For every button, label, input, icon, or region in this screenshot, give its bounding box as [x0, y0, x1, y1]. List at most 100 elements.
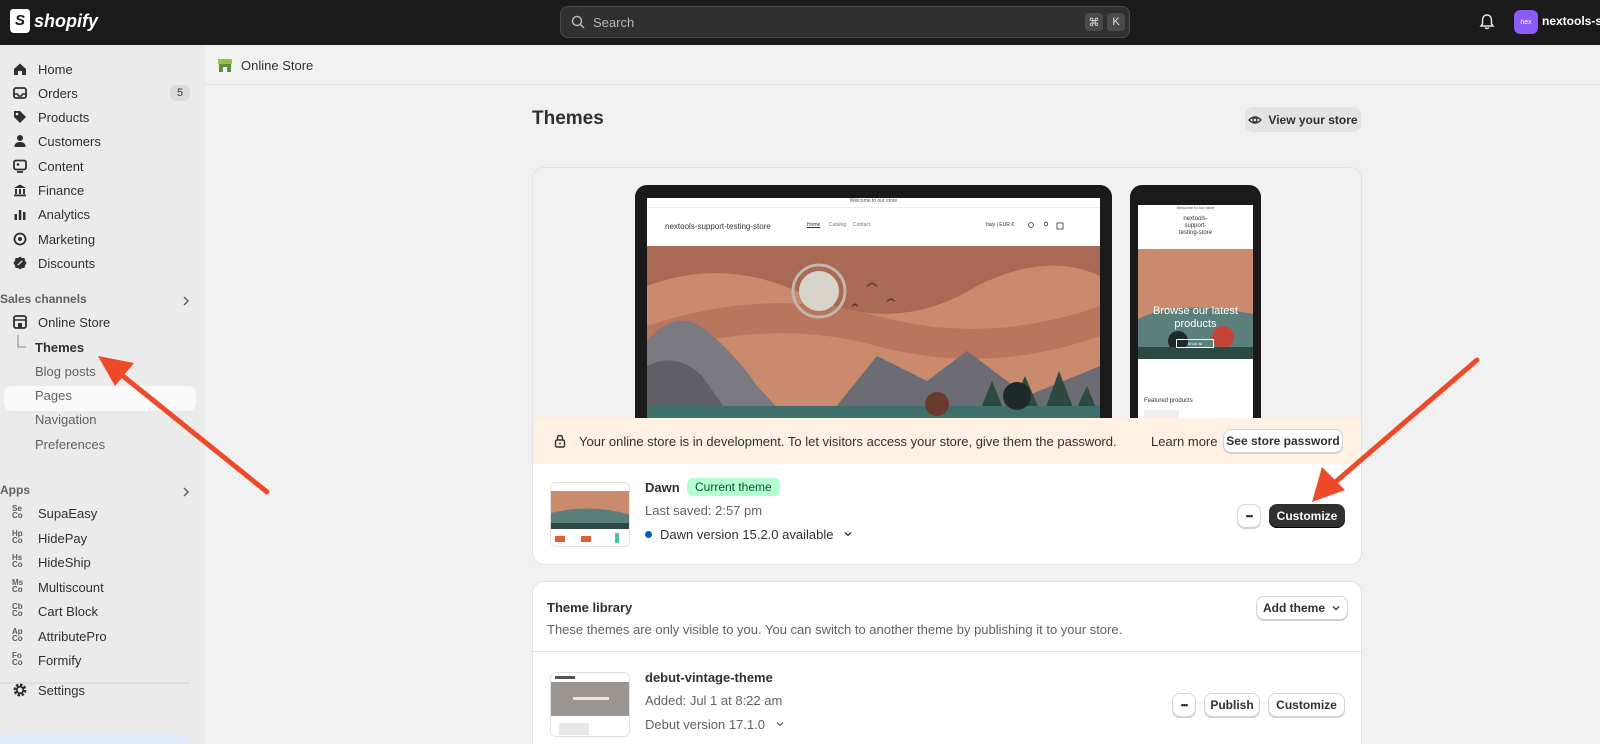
current-theme-card: Welcome to our store nextools-support-te…	[532, 167, 1362, 565]
preview-header-icons	[1028, 221, 1064, 230]
search-input[interactable]	[593, 14, 1063, 30]
preview-store-header: nextools-support-testing-store Home Cata…	[647, 208, 1100, 246]
sidebar-item-pages[interactable]: Pages	[35, 384, 72, 406]
sidebar-item-label: Settings	[38, 682, 85, 698]
sidebar-item-blog-posts[interactable]: Blog posts	[35, 360, 96, 382]
brand-name: shopify	[34, 10, 99, 31]
library-theme-more-actions-button[interactable]: •••	[1172, 693, 1196, 717]
sidebar-item-label: Orders	[38, 85, 78, 101]
sidebar-item-marketing[interactable]: Marketing	[12, 228, 95, 250]
theme-library-card: Theme library These themes are only visi…	[532, 581, 1362, 744]
target-icon	[13, 232, 27, 246]
preview-locale: Italy | EUR €	[986, 222, 1014, 228]
hidepay-icon: Hp Co	[12, 529, 23, 545]
view-store-button[interactable]: View your store	[1245, 107, 1361, 132]
sidebar-item-label: SupaEasy	[38, 505, 98, 521]
orders-count-badge: 5	[170, 85, 190, 101]
learn-more-link[interactable]: Learn more	[1151, 434, 1217, 449]
preview-nav-home: Home	[807, 222, 821, 228]
sidebar-item-label: Discounts	[38, 255, 96, 271]
dawn-theme-thumbnail[interactable]	[550, 482, 630, 547]
sidebar-item-label: Analytics	[38, 206, 91, 222]
sidebar-app-attributepro[interactable]: Ap Co AttributePro	[12, 625, 107, 647]
sidebar-item-content[interactable]: Content	[12, 155, 84, 177]
publish-theme-button[interactable]: Publish	[1204, 693, 1260, 717]
sidebar-item-online-store[interactable]: Online Store	[12, 311, 110, 333]
sidebar-app-hideship[interactable]: Hs Co HideShip	[12, 551, 91, 573]
sidebar-item-label: AttributePro	[38, 628, 107, 644]
mobile-product-thumb	[1144, 410, 1179, 418]
mobile-preview-screen: Welcome to our store nextools- support- …	[1138, 205, 1253, 418]
multiscount-icon: Ms Co	[12, 578, 24, 594]
search-icon	[571, 15, 585, 29]
sidebar-item-label: Finance	[38, 182, 85, 198]
sidebar-app-hidepay[interactable]: Hp Co HidePay	[12, 527, 87, 549]
current-theme-last-saved: Last saved: 2:57 pm	[645, 503, 763, 518]
mobile-hero-text: Browse our latest products	[1153, 305, 1238, 330]
sidebar-item-finance[interactable]: Finance	[12, 179, 84, 201]
sidebar-item-preferences[interactable]: Preferences	[35, 433, 105, 455]
current-theme-more-actions-button[interactable]: •••	[1237, 504, 1261, 528]
sidebar-app-cart-block[interactable]: Cb Co Cart Block	[12, 600, 98, 622]
customize-current-theme-button[interactable]: Customize	[1269, 504, 1345, 528]
sidebar-item-label: Formify	[38, 652, 82, 668]
update-available-dot	[645, 531, 652, 538]
chevron-right-icon[interactable]	[180, 486, 192, 498]
dawn-thumbnail-illustration	[551, 483, 629, 546]
theme-library-description: These themes are only visible to you. Yo…	[547, 622, 1123, 637]
lock-icon	[554, 434, 566, 448]
chevron-down-icon	[1332, 606, 1340, 611]
current-theme-version[interactable]: Dawn version 15.2.0 available	[660, 527, 853, 542]
sidebar-app-formify[interactable]: Fo Co Formify	[12, 649, 81, 671]
tree-connector-icon	[17, 335, 26, 348]
sidebar-item-home[interactable]: Home	[12, 58, 73, 80]
sidebar-item-label: Content	[38, 158, 84, 174]
store-avatar[interactable]: nex	[1514, 10, 1538, 34]
sidebar-item-label: Marketing	[38, 231, 96, 247]
discount-icon	[13, 256, 27, 270]
library-theme-added: Added: Jul 1 at 8:22 am	[645, 693, 783, 708]
add-theme-button[interactable]: Add theme	[1256, 596, 1348, 620]
sidebar-item-label: Home	[38, 61, 73, 77]
chevron-right-icon[interactable]	[180, 295, 192, 307]
theme-preview[interactable]: Welcome to our store nextools-support-te…	[533, 168, 1361, 418]
sidebar-item-customers[interactable]: Customers	[12, 130, 101, 152]
tag-icon	[14, 111, 26, 123]
sidebar-item-discounts[interactable]: Discounts	[12, 252, 95, 274]
preview-nav-contact: Contact	[853, 222, 871, 228]
sidebar-item-themes[interactable]: Themes	[35, 336, 84, 358]
shopify-bag-icon	[10, 9, 30, 33]
store-name[interactable]: nextools-su	[1542, 14, 1600, 28]
sidebar-item-analytics[interactable]: Analytics	[12, 203, 90, 225]
search-bar[interactable]: ⌘ K	[560, 6, 1130, 38]
page-title: Themes	[532, 108, 604, 129]
page-header: Online Store	[205, 45, 1600, 85]
sidebar-app-supaeasy[interactable]: Se Co SupaEasy	[12, 502, 97, 524]
shortcut-k-key: K	[1107, 13, 1125, 31]
shopify-logo[interactable]: shopify	[10, 9, 98, 33]
storefront-icon	[13, 315, 27, 329]
breadcrumb-online-store[interactable]: Online Store	[241, 58, 313, 73]
debut-theme-thumbnail[interactable]	[550, 672, 630, 737]
desktop-preview-screen: Welcome to our store nextools-support-te…	[647, 198, 1100, 418]
library-theme-version[interactable]: Debut version 17.1.0	[645, 717, 785, 732]
person-icon	[14, 135, 26, 147]
see-store-password-button[interactable]: See store password	[1223, 429, 1343, 453]
sidebar-item-navigation[interactable]: Navigation	[35, 408, 96, 430]
bell-icon[interactable]	[1478, 13, 1496, 31]
sidebar-item-orders[interactable]: Orders	[12, 82, 78, 104]
sidebar-item-settings[interactable]: Settings	[12, 679, 85, 701]
preview-store-title: nextools-support-testing-store	[665, 222, 771, 231]
mobile-preview: Welcome to our store nextools- support- …	[1130, 185, 1261, 418]
cart-block-icon: Cb Co	[12, 602, 23, 618]
apps-title: Apps	[0, 483, 30, 497]
sidebar-app-multiscount[interactable]: Ms Co Multiscount	[12, 576, 104, 598]
customize-library-theme-button[interactable]: Customize	[1268, 693, 1345, 717]
sales-channels-title: Sales channels	[0, 292, 87, 306]
bar-chart-icon	[14, 210, 26, 220]
current-theme-badge: Current theme	[687, 478, 780, 496]
sidebar-item-products[interactable]: Products	[12, 106, 89, 128]
home-icon	[14, 63, 26, 75]
eye-icon	[1248, 115, 1263, 124]
preview-nav-catalog: Catalog	[829, 222, 847, 228]
